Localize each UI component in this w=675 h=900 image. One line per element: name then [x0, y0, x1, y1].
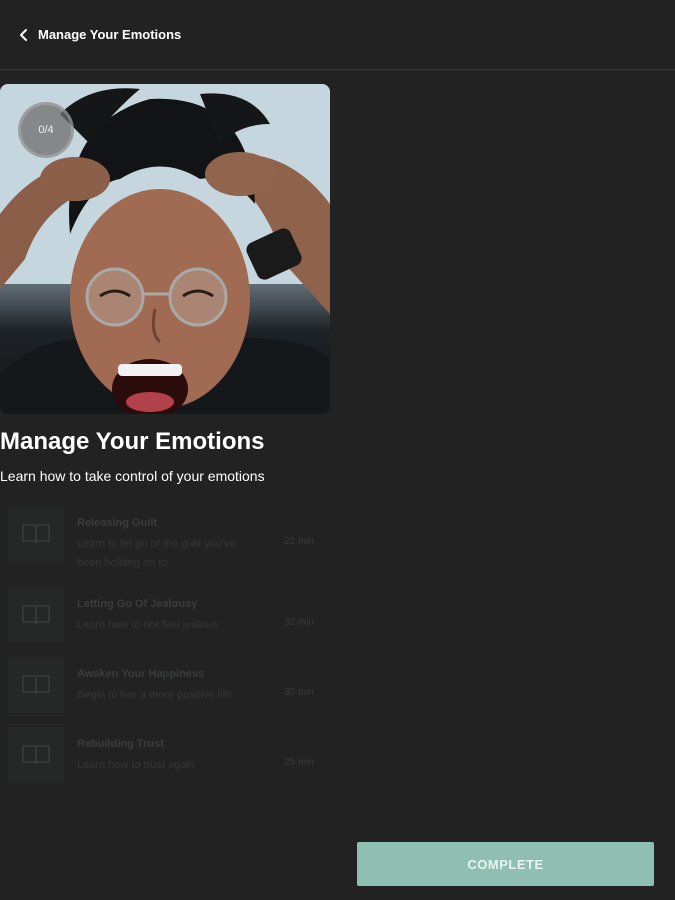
lesson-duration: 32 min — [284, 617, 315, 628]
lesson-item[interactable]: Releasing Guilt Learn to let go of the g… — [8, 506, 330, 573]
book-icon — [22, 605, 50, 625]
lesson-description: Learn how to not feel jealous — [77, 619, 218, 631]
lesson-thumbnail — [8, 727, 64, 783]
chevron-left-icon — [20, 28, 27, 41]
book-icon — [22, 675, 50, 695]
complete-button[interactable]: COMPLETE — [357, 842, 654, 886]
course-cover-image: 0/4 — [0, 84, 330, 414]
lesson-item[interactable]: Awaken Your Happiness Begin to live a mo… — [8, 657, 330, 713]
lesson-duration: 30 min — [284, 687, 315, 698]
book-icon — [22, 524, 50, 544]
lesson-duration: 25 min — [284, 757, 315, 768]
lesson-title: Rebuilding Trust — [77, 738, 164, 750]
lesson-thumbnail — [8, 587, 64, 643]
lesson-item[interactable]: Letting Go Of Jealousy Learn how to not … — [8, 587, 330, 643]
lesson-title: Letting Go Of Jealousy — [77, 598, 198, 610]
lesson-duration: 22 min — [284, 536, 315, 547]
header-title: Manage Your Emotions — [38, 27, 182, 42]
lesson-list: Releasing Guilt Learn to let go of the g… — [8, 506, 330, 797]
lesson-description: Begin to live a more positive life — [77, 689, 232, 701]
lesson-title: Awaken Your Happiness — [77, 668, 205, 680]
lesson-description: Learn how to trust again — [77, 759, 196, 771]
app-header: Manage Your Emotions — [0, 0, 675, 70]
course-screen: Manage Your Emotions 0/4 Manage Your Emo… — [0, 0, 675, 900]
lesson-thumbnail — [8, 506, 64, 562]
lesson-title: Releasing Guilt — [77, 517, 158, 529]
lesson-thumbnail — [8, 657, 64, 713]
progress-badge: 0/4 — [18, 102, 74, 158]
lesson-description: Learn to let go of the guilt you've been… — [77, 538, 236, 569]
book-icon — [22, 745, 50, 765]
lesson-item[interactable]: Rebuilding Trust Learn how to trust agai… — [8, 727, 330, 783]
back-button[interactable] — [12, 23, 36, 47]
course-subtitle: Learn how to take control of your emotio… — [0, 468, 265, 484]
course-title: Manage Your Emotions — [0, 428, 265, 455]
